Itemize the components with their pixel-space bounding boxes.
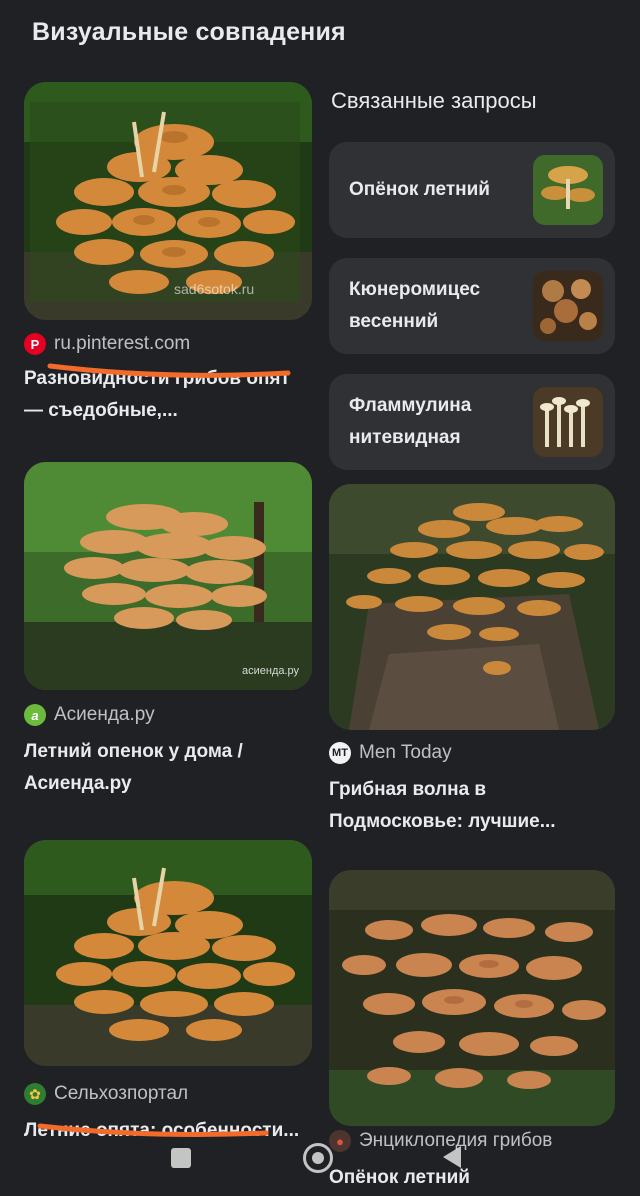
related-search-kyuneromitses[interactable]: Кюнеромицес весенний — [329, 258, 615, 354]
result-image-2[interactable]: асиенда.ру — [24, 462, 312, 690]
selhozportal-icon: ✿ — [24, 1083, 46, 1105]
result-source[interactable]: P ru.pinterest.com — [24, 329, 312, 359]
mushroom-photo — [329, 484, 615, 730]
result-image-1[interactable]: sad6sotok.ru — [24, 82, 312, 320]
related-search-flammulina[interactable]: Фламмулина нитевидная — [329, 374, 615, 470]
circle-icon[interactable] — [303, 1143, 333, 1173]
result-source[interactable]: ✿ Сельхозпортал — [24, 1079, 312, 1109]
mushroom-photo — [24, 840, 312, 1066]
result-card-asienda[interactable]: асиенда.ру a Асиенда.ру Летний опенок у … — [24, 462, 312, 800]
result-title[interactable]: Разновидности грибов опят — съедобные,..… — [24, 363, 312, 427]
result-image-4[interactable] — [24, 840, 312, 1066]
page-title: Визуальные совпадения — [32, 18, 346, 46]
related-search-label: Кюнеромицес весенний — [349, 279, 481, 332]
result-image-5[interactable] — [329, 870, 615, 1126]
mentoday-icon: MT — [329, 742, 351, 764]
triangle-back-icon[interactable] — [443, 1146, 461, 1168]
results-column-left: sad6sotok.ru P ru.pinterest.com Разновид… — [24, 82, 312, 1141]
result-source[interactable]: a Асиенда.ру — [24, 700, 312, 730]
related-thumbnail — [533, 387, 603, 457]
mushroom-photo: асиенда.ру — [24, 462, 312, 690]
result-card-pinterest[interactable]: sad6sotok.ru P ru.pinterest.com Разновид… — [24, 82, 312, 427]
result-title[interactable]: Опёнок летний — [329, 1162, 615, 1194]
image-watermark: асиенда.ру — [242, 665, 300, 677]
result-source-name: Сельхозпортал — [54, 1083, 189, 1104]
result-source-name: Асиенда.ру — [54, 704, 155, 725]
related-search-label: Фламмулина нитевидная — [349, 395, 472, 448]
square-icon[interactable] — [171, 1148, 191, 1168]
mushroom-icon: ● — [329, 1130, 351, 1152]
mushroom-photo — [329, 870, 615, 1126]
image-watermark: sad6sotok.ru — [174, 281, 254, 297]
related-thumbnail — [533, 271, 603, 341]
result-card-mentoday[interactable]: MT Men Today Грибная волна в Подмосковье… — [329, 484, 615, 838]
mushroom-photo: sad6sotok.ru — [24, 82, 312, 320]
related-search-label: Опёнок летний — [349, 179, 490, 200]
result-source[interactable]: ● Энциклопедия грибов — [329, 1126, 615, 1156]
result-source-name: ru.pinterest.com — [54, 333, 191, 354]
results-column-right: Связанные запросы Опёнок летний Кюнероми… — [329, 82, 615, 1188]
related-searches-heading: Связанные запросы — [331, 88, 537, 113]
result-title[interactable]: Летние опята: особенности... — [24, 1115, 312, 1147]
result-image-3[interactable] — [329, 484, 615, 730]
result-source[interactable]: MT Men Today — [329, 738, 615, 768]
asienda-icon: a — [24, 704, 46, 726]
result-title[interactable]: Грибная волна в Подмосковье: лучшие... — [329, 774, 615, 838]
result-card-selhozportal[interactable]: ✿ Сельхозпортал Летние опята: особенност… — [24, 840, 312, 1147]
pinterest-icon: P — [24, 333, 46, 355]
related-search-opyonok-letniy[interactable]: Опёнок летний — [329, 142, 615, 238]
result-source-name: Men Today — [359, 742, 452, 763]
result-title[interactable]: Летний опенок у дома / Асиенда.ру — [24, 736, 312, 800]
related-thumbnail — [533, 155, 603, 225]
result-card-encyclopedia[interactable]: ● Энциклопедия грибов Опёнок летний — [329, 870, 615, 1194]
